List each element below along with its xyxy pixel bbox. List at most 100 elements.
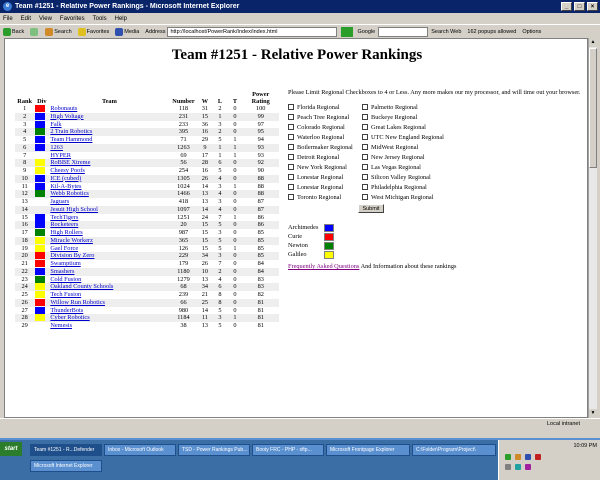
team-link[interactable]: RoBBE Xtreme [49,159,169,167]
close-button[interactable]: × [587,2,598,11]
regional-option[interactable]: Toronto Regional [288,193,360,201]
maximize-button[interactable]: □ [574,2,585,11]
team-link[interactable]: Jesuit High School [49,206,169,214]
tray-messenger-icon[interactable] [515,464,521,470]
team-link[interactable]: Webb Robotics [49,190,169,198]
team-link[interactable]: ThunderBots [49,307,169,315]
taskbar-item-folder[interactable]: C:\Folder\Program\Project\ [412,444,496,456]
go-button[interactable] [341,26,354,37]
regional-checkbox[interactable] [288,194,294,200]
regional-checkbox[interactable] [362,114,368,120]
regional-option[interactable]: Palmetto Regional [362,103,492,111]
taskbar-item-outlook[interactable]: Inbox - Microsoft Outlook [104,444,176,456]
team-link[interactable]: TechTigers [49,214,169,222]
regional-option[interactable]: Lonestar Regional [288,173,360,181]
taskbar-item-booty[interactable]: Booty FRC - PHP - sftp... [252,444,324,456]
regional-checkbox[interactable] [288,164,294,170]
regional-option[interactable]: UTC New England Regional [362,133,492,141]
address-field[interactable]: http://localhost/PowerRank/Index/index.h… [167,26,338,37]
search-web-button[interactable]: Search Web [431,29,461,35]
google-search-input[interactable] [378,26,429,37]
team-link[interactable]: Nemesis [49,322,169,330]
regional-option[interactable]: Peach Tree Regional [288,113,360,121]
team-link[interactable]: Tech Fusion [49,291,169,299]
regional-checkbox[interactable] [362,164,368,170]
team-link[interactable]: HYPER [49,152,169,160]
team-link[interactable]: Gael Force [49,245,169,253]
team-link[interactable]: Swamptium [49,260,169,268]
regional-checkbox[interactable] [288,124,294,130]
regional-option[interactable]: Lonestar Regional [288,183,360,191]
regional-checkbox[interactable] [288,104,294,110]
regional-option[interactable]: Waterloo Regional [288,133,360,141]
menu-help[interactable]: Help [115,16,127,22]
submit-button[interactable]: Submit [358,204,384,213]
scroll-down-icon[interactable]: ▼ [589,409,597,418]
taskbar-item-ie[interactable]: Team #1251 - R...Defender [30,444,102,456]
regional-checkbox[interactable] [362,194,368,200]
regional-checkbox[interactable] [362,154,368,160]
regional-checkbox[interactable] [288,144,294,150]
team-link[interactable]: Oakland County Schools [49,283,169,291]
tray-antivirus-icon[interactable] [535,454,541,460]
team-link[interactable]: Willow Run Robotics [49,299,169,307]
tray-update-icon[interactable] [525,464,531,470]
regional-checkbox[interactable] [288,134,294,140]
team-link[interactable]: High Rollers [49,229,169,237]
scroll-thumb[interactable] [589,48,597,168]
favorites-button[interactable]: Favorites [77,27,109,36]
regional-option[interactable]: Buckeye Regional [362,113,492,121]
team-link[interactable]: Jaguars [49,198,169,206]
team-link[interactable]: Cheesy Poofs [49,167,169,175]
menu-tools[interactable]: Tools [93,16,107,22]
options-button[interactable]: Options [522,29,541,35]
regional-checkbox[interactable] [288,184,294,190]
regional-option[interactable]: Detroit Regional [288,153,360,161]
media-button[interactable]: Media [115,27,139,36]
regional-option[interactable]: MidWest Regional [362,143,492,151]
minimize-button[interactable]: _ [561,2,572,11]
tray-volume-icon[interactable] [515,454,521,460]
popups-status[interactable]: 162 popups allowed [467,29,516,35]
vertical-scrollbar[interactable]: ▲ ▼ [588,38,597,418]
team-link[interactable]: 1263 [49,144,169,152]
back-button[interactable]: Back [3,27,24,36]
menu-view[interactable]: View [39,16,52,22]
search-button[interactable]: Search [45,27,72,36]
team-link[interactable]: Kil-A-Bytes [49,183,169,191]
regional-checkbox[interactable] [362,184,368,190]
team-link[interactable]: 2 Train Robotics [49,128,169,136]
menu-favorites[interactable]: Favorites [60,16,85,22]
tray-network-icon[interactable] [505,454,511,460]
regional-checkbox[interactable] [362,104,368,110]
forward-button[interactable] [30,27,39,36]
team-link[interactable]: Team Hammond [49,136,169,144]
team-link[interactable]: High Voltage [49,113,169,121]
team-link[interactable]: Miracle Workerz [49,237,169,245]
menu-edit[interactable]: Edit [21,16,31,22]
regional-option[interactable]: Great Lakes Regional [362,123,492,131]
regional-option[interactable]: Las Vegas Regional [362,163,492,171]
taskbar-item-tsd[interactable]: TSD - Power Rankings Pub... [178,444,250,456]
tray-display-icon[interactable] [505,464,511,470]
team-link[interactable]: Smashers [49,268,169,276]
scroll-up-icon[interactable]: ▲ [589,38,597,47]
regional-checkbox[interactable] [288,154,294,160]
regional-option[interactable]: Boilermaker Regional [288,143,360,151]
regional-option[interactable]: Colorado Regional [288,123,360,131]
taskbar-item-ie2[interactable]: Microsoft Internet Explorer [30,460,102,472]
faq-link[interactable]: Frequently Asked Questions [288,263,359,270]
regional-option[interactable]: Philadelphia Regional [362,183,492,191]
taskbar-item-frontpage[interactable]: Microsoft Frontpage Explorer [326,444,410,456]
start-button[interactable]: start [0,442,22,456]
team-link[interactable]: Cyber Robotics [49,314,169,322]
regional-option[interactable]: West Michigan Regional [362,193,492,201]
team-link[interactable]: ICE (cubed) [49,175,169,183]
regional-checkbox[interactable] [362,144,368,150]
regional-checkbox[interactable] [362,174,368,180]
team-link[interactable]: Rocketeers [49,221,169,229]
regional-checkbox[interactable] [288,174,294,180]
regional-checkbox[interactable] [362,124,368,130]
tray-app-icon[interactable] [525,454,531,460]
regional-option[interactable]: Florida Regional [288,103,360,111]
